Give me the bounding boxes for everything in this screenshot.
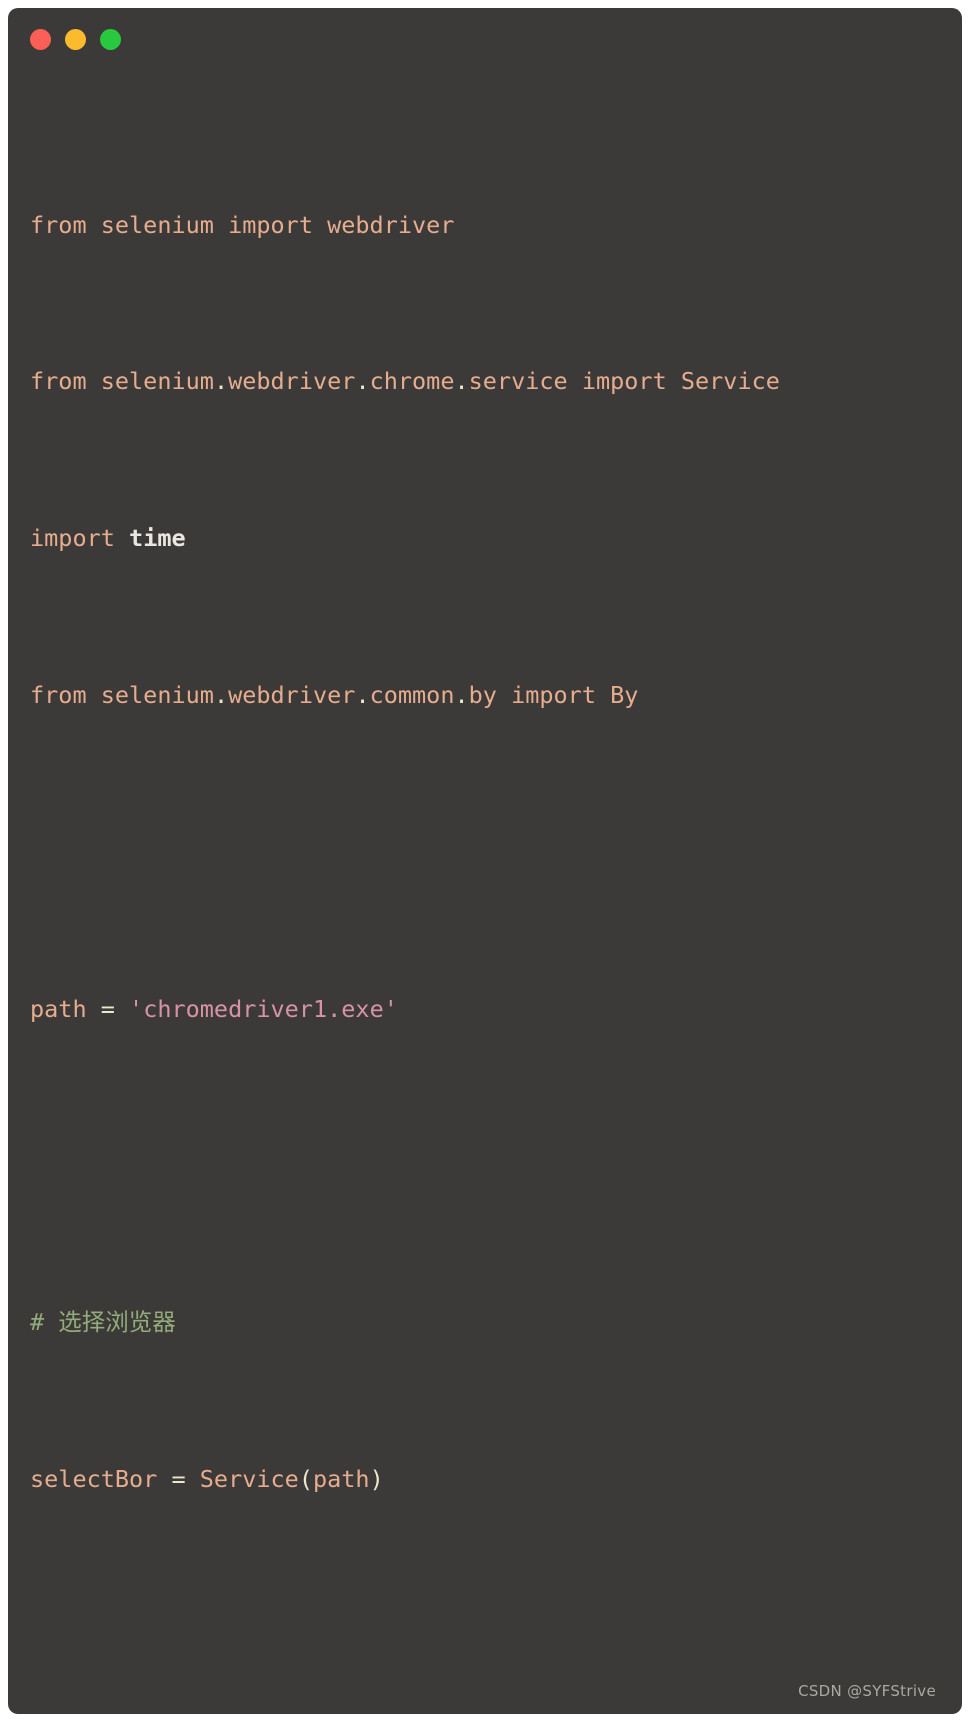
maximize-window-icon[interactable] <box>100 28 121 50</box>
code-block: from selenium import webdriver from sele… <box>8 70 962 1714</box>
minimize-window-icon[interactable] <box>65 28 86 50</box>
code-line: path = 'chromedriver1.exe' <box>30 994 398 1023</box>
code-line: from selenium.webdriver.chrome.service i… <box>30 367 780 396</box>
code-window: from selenium import webdriver from sele… <box>8 8 962 1714</box>
code-line: import time <box>30 524 186 553</box>
comment-line: # 选择浏览器 <box>30 1308 176 1337</box>
window-titlebar <box>8 8 962 70</box>
code-line: from selenium import webdriver <box>30 210 455 239</box>
close-window-icon[interactable] <box>30 28 51 50</box>
watermark: CSDN @SYFStrive <box>798 1682 936 1700</box>
code-line: from selenium.webdriver.common.by import… <box>30 681 639 709</box>
code-line: selectBor = Service(path) <box>30 1464 384 1493</box>
